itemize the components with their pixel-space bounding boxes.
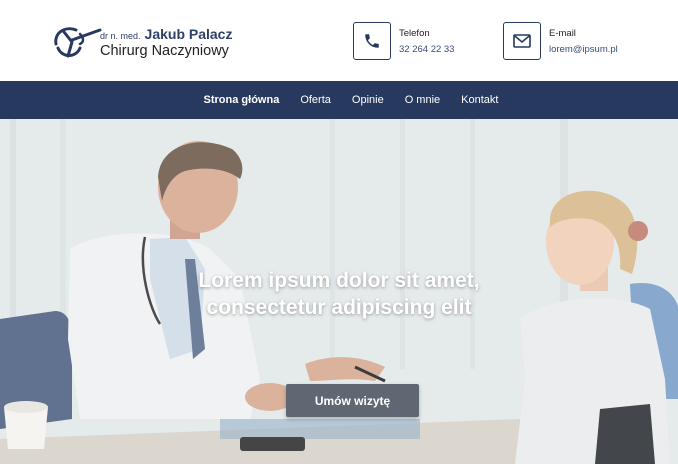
envelope-icon (503, 22, 541, 60)
nav-item-contact[interactable]: Kontakt (461, 94, 498, 106)
page: dr n. med. Jakub Palacz Chirurg Naczynio… (0, 0, 678, 464)
main-nav: Strona główna Oferta Opinie O mnie Konta… (0, 81, 678, 119)
logo-icon (54, 27, 102, 58)
brand-name: Jakub Palacz (144, 25, 233, 42)
nav-item-reviews[interactable]: Opinie (352, 94, 384, 106)
email-value[interactable]: lorem@ipsum.pl (549, 44, 618, 55)
email-label: E-mail (549, 27, 576, 39)
hero-section: Lorem ipsum dolor sit amet, consectetur … (0, 119, 678, 464)
brand-prefix: dr n. med. (100, 30, 141, 41)
brand[interactable]: dr n. med. Jakub Palacz Chirurg Naczynio… (50, 22, 232, 60)
phone-contact[interactable]: Telefon 32 264 22 33 (353, 22, 454, 60)
site-header: dr n. med. Jakub Palacz Chirurg Naczynio… (0, 0, 678, 81)
phone-value[interactable]: 32 264 22 33 (399, 44, 454, 55)
phone-icon (353, 22, 391, 60)
email-contact[interactable]: E-mail lorem@ipsum.pl (503, 22, 618, 60)
nav-item-about[interactable]: O mnie (405, 94, 440, 106)
nav-item-home[interactable]: Strona główna (204, 94, 280, 106)
hero-title-line1: Lorem ipsum dolor sit amet, (198, 269, 480, 292)
hero-title-line2: consectetur adipiscing elit (206, 296, 472, 319)
brand-subtitle: Chirurg Naczyniowy (100, 42, 229, 59)
nav-item-offer[interactable]: Oferta (300, 94, 331, 106)
phone-label: Telefon (399, 27, 430, 39)
hero-title: Lorem ipsum dolor sit amet, consectetur … (0, 267, 678, 321)
book-appointment-button[interactable]: Umów wizytę (286, 384, 419, 417)
